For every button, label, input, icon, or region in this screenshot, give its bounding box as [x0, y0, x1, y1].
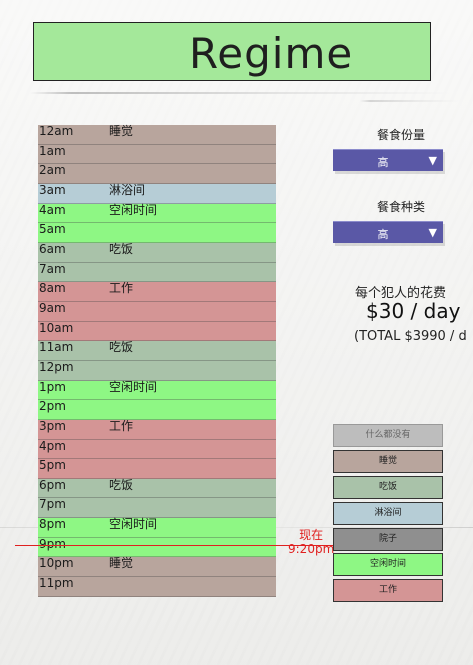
hour-label: 9am — [39, 300, 66, 315]
legend-button-nothing[interactable]: 什么都没有 — [333, 424, 443, 447]
paper-crease — [360, 100, 460, 102]
schedule-row[interactable]: 1am — [38, 143, 276, 165]
cost-total: (TOTAL $3990 / d — [354, 329, 467, 344]
schedule-row[interactable]: 7pm — [38, 497, 276, 519]
title-banner: Regime — [33, 22, 431, 81]
paper-crease — [30, 92, 450, 94]
activity-label: 空闲时间 — [109, 379, 158, 394]
hour-label: 5am — [39, 222, 66, 237]
activity-label: 吃饭 — [109, 241, 134, 256]
legend-button-work[interactable]: 工作 — [333, 579, 443, 602]
hour-label: 2pm — [39, 399, 66, 414]
hour-label: 11pm — [39, 576, 74, 591]
schedule-row[interactable]: 8am 工作 — [38, 282, 276, 302]
hour-label: 12pm — [39, 359, 74, 374]
page-title: Regime — [189, 29, 354, 78]
schedule-row[interactable]: 11am 吃饭 — [38, 341, 276, 361]
legend-button-shower[interactable]: 淋浴间 — [333, 502, 443, 525]
hour-label: 2am — [39, 163, 66, 178]
hour-label: 1am — [39, 143, 66, 158]
hour-label: 7pm — [39, 497, 66, 512]
chevron-down-icon: ▼ — [428, 154, 437, 167]
schedule-row[interactable]: 11pm — [38, 577, 276, 597]
schedule-row[interactable]: 12pm — [38, 359, 276, 381]
current-time-marker: 现在 9:20pm — [288, 528, 334, 556]
schedule-row[interactable]: 10pm 睡觉 — [38, 556, 276, 578]
meal-quantity-label: 餐食份量 — [376, 128, 425, 142]
current-time-line — [15, 545, 333, 546]
schedule-row[interactable]: 10am — [38, 320, 276, 342]
schedule-row[interactable]: 4pm — [38, 438, 276, 460]
hour-label: 10pm — [39, 556, 74, 571]
activity-label: 睡觉 — [109, 124, 134, 138]
activity-label: 淋浴间 — [109, 182, 146, 197]
schedule-row[interactable]: 3pm 工作 — [38, 418, 276, 440]
schedule-row[interactable]: 7am — [38, 261, 276, 283]
schedule-row[interactable]: 9pm — [38, 536, 276, 558]
meal-variety-value: 高 — [377, 228, 389, 241]
now-label: 现在 — [299, 528, 324, 542]
meal-quantity-dropdown[interactable]: 高 ▼ — [333, 149, 443, 171]
schedule-row[interactable]: 9am — [38, 300, 276, 322]
activity-label: 工作 — [109, 418, 134, 433]
schedule-row[interactable]: 1pm 空闲时间 — [38, 379, 276, 401]
activity-label: 吃饭 — [109, 477, 134, 492]
now-time: 9:20pm — [288, 542, 335, 556]
activity-label: 工作 — [109, 281, 134, 296]
schedule-row[interactable]: 12am 睡觉 — [38, 125, 276, 145]
hour-label: 5pm — [39, 458, 66, 473]
hour-label: 4am — [39, 202, 66, 217]
hour-label: 10am — [39, 320, 74, 335]
schedule-row[interactable]: 4am 空闲时间 — [38, 202, 276, 224]
hour-label: 6am — [39, 241, 66, 256]
schedule-row[interactable]: 8pm 空闲时间 — [38, 518, 276, 538]
activity-label: 空闲时间 — [109, 517, 158, 532]
hour-label: 8pm — [39, 517, 66, 532]
meal-variety-dropdown[interactable]: 高 ▼ — [333, 221, 443, 243]
schedule-row[interactable]: 5am — [38, 223, 276, 243]
meal-quantity-value: 高 — [377, 156, 389, 169]
schedule-row[interactable]: 2am — [38, 164, 276, 184]
meal-variety-label: 餐食种类 — [376, 200, 425, 214]
schedule-row[interactable]: 2pm — [38, 400, 276, 420]
hour-label: 9pm — [39, 536, 66, 551]
chevron-down-icon: ▼ — [428, 226, 437, 239]
hour-label: 7am — [39, 261, 66, 276]
hour-label: 8am — [39, 281, 66, 296]
cost-per-day: $30 / day — [366, 299, 461, 323]
schedule-row[interactable]: 5pm — [38, 459, 276, 479]
legend-button-sleep[interactable]: 睡觉 — [333, 450, 443, 473]
hour-label: 3am — [39, 182, 66, 197]
activity-label: 吃饭 — [109, 340, 134, 355]
hour-label: 1pm — [39, 379, 66, 394]
legend-button-free[interactable]: 空闲时间 — [333, 553, 443, 576]
legend-button-yard[interactable]: 院子 — [333, 528, 443, 551]
schedule-grid: 12am 睡觉 1am 2am 3am 淋浴间 4am 空闲时间 5am 6am 吃饭 7am 8am 工… — [38, 125, 276, 597]
hour-label: 4pm — [39, 438, 66, 453]
hour-label: 12am — [39, 124, 74, 138]
activity-label: 空闲时间 — [109, 202, 158, 217]
hour-label: 6pm — [39, 477, 66, 492]
schedule-row[interactable]: 3am 淋浴间 — [38, 182, 276, 204]
hour-label: 11am — [39, 340, 74, 355]
hour-label: 3pm — [39, 418, 66, 433]
schedule-row[interactable]: 6am 吃饭 — [38, 241, 276, 263]
activity-label: 睡觉 — [109, 556, 134, 571]
schedule-row[interactable]: 6pm 吃饭 — [38, 477, 276, 499]
legend-button-eat[interactable]: 吃饭 — [333, 476, 443, 499]
